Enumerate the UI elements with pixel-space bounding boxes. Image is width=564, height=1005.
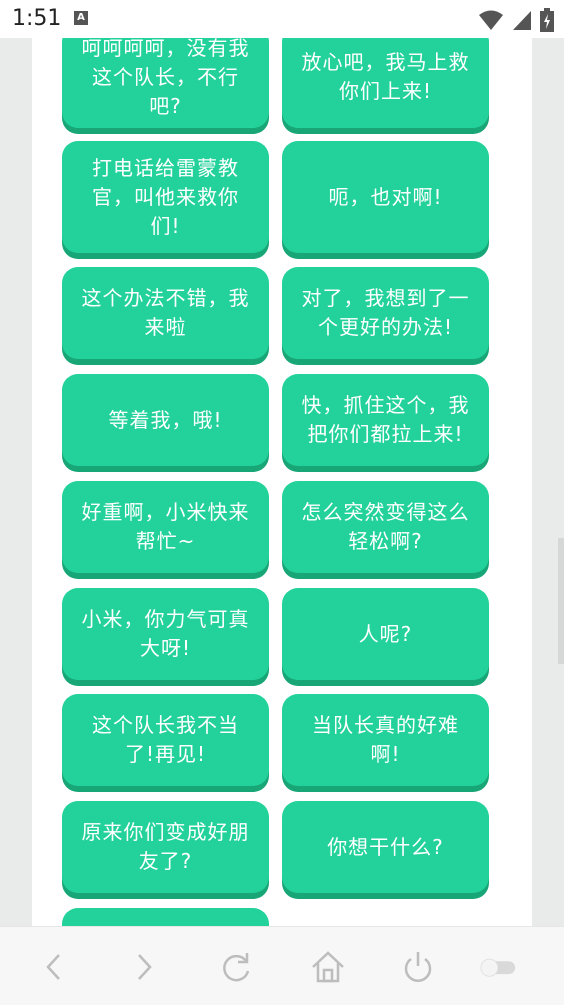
dialogue-card[interactable]: 怎么突然变得这么轻松啊? bbox=[282, 481, 489, 573]
dialogue-card[interactable]: 快，抓住这个，我把你们都拉上来! bbox=[282, 374, 489, 466]
webview-page[interactable]: 呵呵呵呵，没有我这个队长，不行吧? 放心吧，我马上救你们上来! 打电话给雷蒙教官… bbox=[0, 38, 564, 926]
card-text: 这个队长我不当了!再见! bbox=[92, 713, 239, 766]
battery-icon bbox=[540, 8, 554, 32]
dialogue-card[interactable]: 这个队长我不当了!再见! bbox=[62, 694, 269, 786]
card-text: 这个办法不错，我来啦 bbox=[81, 286, 250, 339]
theme-toggle[interactable] bbox=[478, 947, 534, 987]
dialogue-card[interactable]: 放心吧，我马上救你们上来! bbox=[282, 38, 489, 128]
back-button[interactable] bbox=[34, 947, 74, 987]
card-text: 打电话给雷蒙教官，叫他来救你们! bbox=[92, 155, 239, 238]
dialogue-card[interactable]: 这个办法不错，我来啦 bbox=[62, 267, 269, 359]
wifi-icon bbox=[479, 10, 503, 30]
back-icon bbox=[46, 954, 60, 980]
notification-icon: A bbox=[74, 11, 88, 25]
bottom-nav bbox=[0, 926, 564, 1005]
card-text: 怎么突然变得这么轻松啊? bbox=[301, 500, 470, 553]
status-icons bbox=[478, 8, 554, 32]
status-time: 1:51 bbox=[12, 6, 62, 31]
card-text: 快，抓住这个，我把你们都拉上来! bbox=[301, 393, 470, 446]
dialogue-card[interactable]: 呵呵呵呵，没有我这个队长，不行吧? bbox=[62, 38, 269, 128]
card-text: 等着我，哦! bbox=[108, 407, 223, 432]
card-text: 人呢? bbox=[358, 621, 413, 646]
dialogue-card[interactable]: 当队长真的好难啊! bbox=[282, 694, 489, 786]
forward-button[interactable] bbox=[124, 947, 164, 987]
card-text: 原来你们变成好朋友了? bbox=[81, 820, 250, 873]
power-icon bbox=[404, 952, 432, 982]
card-text: 呃，也对啊! bbox=[328, 184, 443, 209]
dialogue-card[interactable]: 小米，你力气可真大呀! bbox=[62, 588, 269, 680]
dialogue-card[interactable]: 对了，我想到了一个更好的办法! bbox=[282, 267, 489, 359]
dialogue-card[interactable]: 原来你们变成好朋友了? bbox=[62, 801, 269, 893]
power-button[interactable] bbox=[398, 947, 438, 987]
toggle-icon bbox=[480, 958, 516, 977]
home-button[interactable] bbox=[308, 947, 348, 987]
scrollbar[interactable] bbox=[558, 538, 564, 664]
dialogue-card[interactable]: 等着我，哦! bbox=[62, 374, 269, 466]
card-text: 好重啊，小米快来帮忙~ bbox=[81, 500, 250, 553]
dialogue-card[interactable] bbox=[62, 908, 269, 926]
card-text: 呵呵呵呵，没有我这个队长，不行吧? bbox=[81, 38, 250, 118]
card-text: 当队长真的好难啊! bbox=[312, 713, 459, 766]
card-text: 小米，你力气可真大呀! bbox=[81, 607, 250, 660]
card-text: 对了，我想到了一个更好的办法! bbox=[301, 286, 470, 339]
dialogue-card[interactable]: 你想干什么? bbox=[282, 801, 489, 893]
signal-icon bbox=[513, 11, 531, 30]
forward-icon bbox=[138, 954, 152, 980]
card-text: 放心吧，我马上救你们上来! bbox=[301, 50, 470, 103]
reload-button[interactable] bbox=[216, 947, 256, 987]
status-bar: 1:51 A bbox=[0, 0, 564, 38]
dialogue-card[interactable]: 好重啊，小米快来帮忙~ bbox=[62, 481, 269, 573]
dialogue-card[interactable]: 打电话给雷蒙教官，叫他来救你们! bbox=[62, 141, 269, 253]
reload-icon bbox=[223, 953, 250, 982]
content-panel[interactable]: 呵呵呵呵，没有我这个队长，不行吧? 放心吧，我马上救你们上来! 打电话给雷蒙教官… bbox=[32, 38, 532, 926]
dialogue-card[interactable]: 人呢? bbox=[282, 588, 489, 680]
home-icon bbox=[312, 951, 344, 983]
card-text: 你想干什么? bbox=[327, 834, 444, 859]
dialogue-card[interactable]: 呃，也对啊! bbox=[282, 141, 489, 253]
